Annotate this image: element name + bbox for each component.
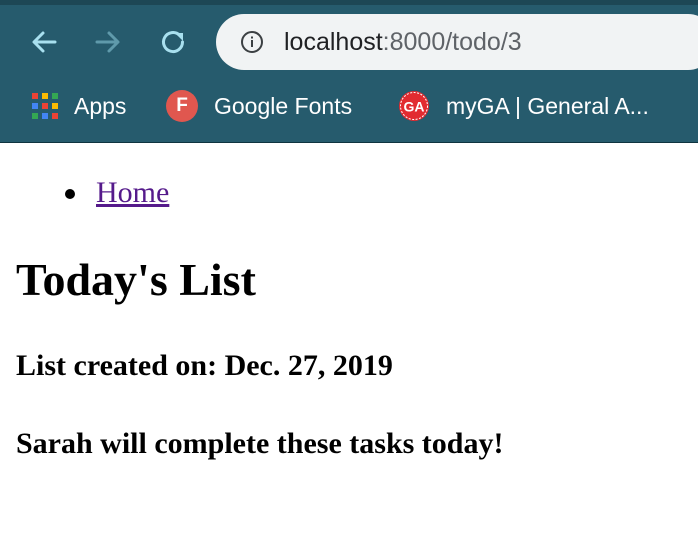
general-assembly-favicon: GA — [399, 91, 429, 121]
arrow-right-icon — [95, 31, 120, 53]
info-icon[interactable] — [240, 30, 264, 54]
url-text[interactable]: localhost:8000/todo/3 — [284, 26, 522, 58]
tab-strip-edge — [0, 0, 698, 5]
ga-favicon-text: GA — [404, 99, 425, 115]
page-content: Home Today's List List created on: Dec. … — [0, 143, 698, 550]
list-created-date: List created on: Dec. 27, 2019 — [16, 349, 393, 382]
browser-toolbar: localhost:8000/todo/3 Apps F Google Font… — [0, 0, 698, 143]
address-bar[interactable]: localhost:8000/todo/3 — [216, 14, 698, 70]
url-host: localhost — [284, 28, 383, 56]
reload-button[interactable] — [155, 24, 191, 60]
bookmark-google-fonts[interactable]: F Google Fonts — [166, 86, 352, 126]
back-button[interactable] — [26, 24, 62, 60]
bullet-icon — [65, 189, 75, 199]
apps-grid-icon — [32, 93, 58, 119]
bookmark-label: Google Fonts — [214, 92, 353, 119]
page-title: Today's List — [16, 254, 256, 305]
nav-list-item: Home — [60, 175, 169, 211]
tasks-heading: Sarah will complete these tasks today! — [16, 427, 504, 460]
reload-icon — [162, 31, 185, 54]
bookmark-label: myGA | General A... — [446, 92, 649, 119]
forward-button[interactable] — [90, 24, 126, 60]
bookmark-label: Apps — [74, 92, 127, 119]
google-fonts-favicon: F — [166, 90, 198, 122]
bookmark-myga[interactable]: GA myGA | General A... — [398, 86, 649, 126]
bookmark-apps[interactable]: Apps — [32, 86, 126, 126]
arrow-left-icon — [32, 31, 57, 53]
home-link[interactable]: Home — [96, 176, 169, 209]
nav-list: Home — [60, 175, 169, 211]
url-path: :8000/todo/3 — [382, 28, 522, 56]
